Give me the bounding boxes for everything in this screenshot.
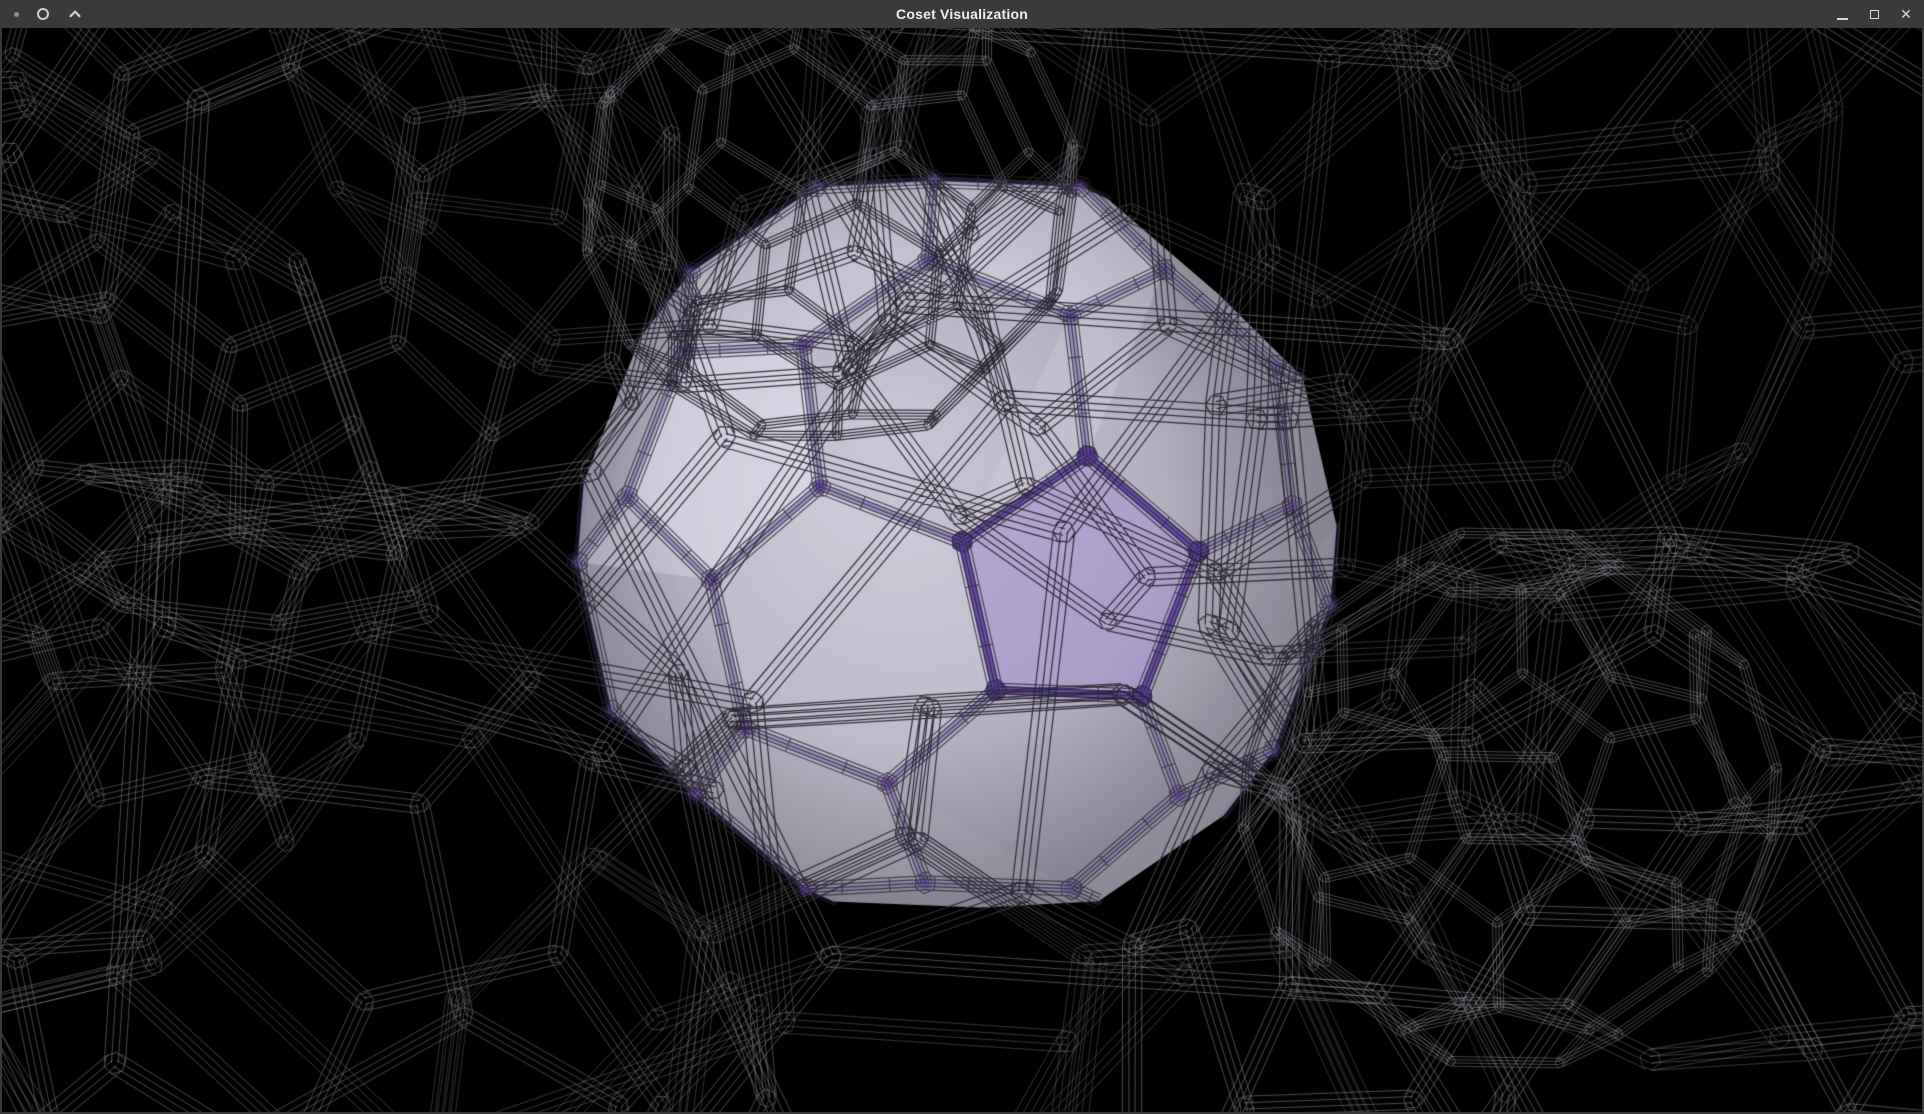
chevron-up-icon[interactable]	[67, 6, 83, 22]
bullet-dot-icon	[14, 12, 19, 17]
circle-icon[interactable]	[37, 8, 49, 20]
window-title: Coset Visualization	[896, 6, 1028, 22]
maximize-icon	[1870, 10, 1879, 19]
minimize-button[interactable]	[1834, 6, 1850, 22]
maximize-button[interactable]	[1866, 6, 1882, 22]
viewport-canvas-3d-coset-scene[interactable]	[0, 28, 1924, 1114]
close-button[interactable]: ✕	[1898, 6, 1914, 22]
close-icon: ✕	[1900, 7, 1912, 21]
titlebar-menu-icons	[0, 0, 83, 28]
titlebar[interactable]: Coset Visualization ✕	[0, 0, 1924, 28]
minimize-icon	[1837, 18, 1848, 20]
app-window: { "window": { "title": "Coset Visualizat…	[0, 0, 1924, 1114]
window-controls: ✕	[1834, 0, 1914, 28]
